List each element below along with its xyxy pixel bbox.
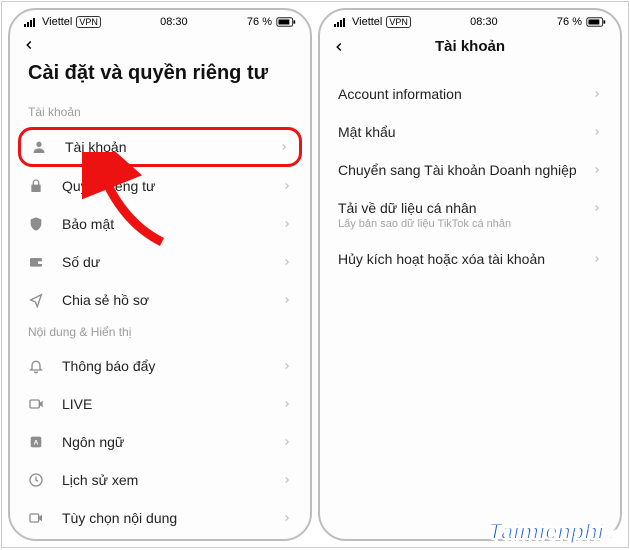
signal-icon: [334, 17, 348, 27]
battery-label: 76 %: [247, 16, 272, 28]
language-icon: A: [28, 434, 48, 450]
watermark-main: Taimienphi: [488, 519, 603, 544]
row-password[interactable]: Mật khẩu: [320, 113, 620, 151]
row-label: Ngôn ngữ: [62, 434, 282, 450]
row-live[interactable]: LIVE: [10, 385, 310, 423]
row-language[interactable]: A Ngôn ngữ: [10, 423, 310, 461]
row-business[interactable]: Chuyển sang Tài khoản Doanh nghiệp: [320, 151, 620, 189]
row-balance[interactable]: Số dư: [10, 243, 310, 281]
carrier-label: Viettel: [352, 16, 382, 28]
battery-label: 76 %: [557, 16, 582, 28]
chevron-right-icon: [282, 219, 292, 229]
row-label: Chuyển sang Tài khoản Doanh nghiệp: [338, 162, 592, 178]
row-label: Lịch sử xem: [62, 472, 282, 488]
vpn-badge: VPN: [76, 16, 101, 28]
watermark-sub: .vn: [604, 526, 624, 542]
signal-icon: [24, 17, 38, 27]
chevron-right-icon: [282, 437, 292, 447]
highlight-account: Tài khoản: [18, 127, 302, 167]
chevron-right-icon: [282, 181, 292, 191]
chevron-right-icon: [592, 203, 602, 213]
chevron-right-icon: [282, 361, 292, 371]
row-label: Tùy chọn nội dung: [62, 510, 282, 526]
row-label: Tài khoản: [65, 139, 279, 155]
row-content-pref[interactable]: Tùy chọn nội dung: [10, 499, 310, 537]
status-bar: Viettel VPN 08:30 76 %: [10, 10, 310, 30]
phone-left: Viettel VPN 08:30 76 % Cài đặt và quyền …: [8, 8, 312, 541]
row-label: Tải về dữ liệu cá nhân: [338, 200, 592, 216]
share-icon: [28, 292, 48, 308]
status-bar: Viettel VPN 08:30 76 %: [320, 10, 620, 30]
header: Tài khoản: [320, 30, 620, 59]
row-download[interactable]: Tải về dữ liệu cá nhân: [320, 189, 620, 218]
lock-icon: [28, 178, 48, 194]
row-label: Bảo mật: [62, 216, 282, 232]
shield-icon: [28, 216, 48, 232]
row-account-info[interactable]: Account information: [320, 75, 620, 113]
phone-right: Viettel VPN 08:30 76 % Tài khoản Account…: [318, 8, 622, 541]
chevron-right-icon: [592, 165, 602, 175]
battery-icon: [276, 17, 296, 27]
row-account[interactable]: Tài khoản: [21, 130, 299, 164]
bell-icon: [28, 358, 48, 374]
section-account-label: Tài khoản: [10, 99, 310, 127]
row-label: Hủy kích hoạt hoặc xóa tài khoản: [338, 251, 592, 267]
row-label: Quyền riêng tư: [62, 178, 282, 194]
wallet-icon: [28, 254, 48, 270]
header-title: Tài khoản: [332, 38, 608, 55]
header: [10, 30, 310, 56]
back-button[interactable]: [22, 38, 44, 52]
video-icon: [28, 510, 48, 526]
chevron-right-icon: [282, 475, 292, 485]
row-label: Chia sẻ hồ sơ: [62, 292, 282, 308]
chevron-right-icon: [592, 127, 602, 137]
vpn-badge: VPN: [386, 16, 411, 28]
row-download-sub: Lấy bản sao dữ liệu TikTok cá nhân: [320, 218, 620, 240]
clock-icon: [28, 472, 48, 488]
time-label: 08:30: [470, 16, 498, 28]
chevron-right-icon: [592, 89, 602, 99]
chevron-right-icon: [282, 257, 292, 267]
live-icon: [28, 396, 48, 412]
row-security[interactable]: Bảo mật: [10, 205, 310, 243]
battery-icon: [586, 17, 606, 27]
row-label: Thông báo đẩy: [62, 358, 282, 374]
row-label: Account information: [338, 86, 592, 102]
row-label: Mật khẩu: [338, 124, 592, 140]
row-label: Số dư: [62, 254, 282, 270]
person-icon: [31, 139, 51, 155]
chevron-right-icon: [592, 254, 602, 264]
svg-text:A: A: [34, 440, 39, 447]
chevron-right-icon: [279, 142, 289, 152]
row-push[interactable]: Thông báo đẩy: [10, 347, 310, 385]
time-label: 08:30: [160, 16, 188, 28]
row-delete[interactable]: Hủy kích hoạt hoặc xóa tài khoản: [320, 240, 620, 278]
row-label: LIVE: [62, 396, 282, 412]
chevron-right-icon: [282, 513, 292, 523]
chevron-right-icon: [282, 399, 292, 409]
chevron-right-icon: [282, 295, 292, 305]
row-privacy[interactable]: Quyền riêng tư: [10, 167, 310, 205]
section-content-label: Nội dung & Hiển thị: [10, 319, 310, 347]
carrier-label: Viettel: [42, 16, 72, 28]
row-history[interactable]: Lịch sử xem: [10, 461, 310, 499]
row-share[interactable]: Chia sẻ hồ sơ: [10, 281, 310, 319]
watermark: Taimienphi.vn: [488, 519, 624, 545]
page-title: Cài đặt và quyền riêng tư: [10, 56, 310, 99]
